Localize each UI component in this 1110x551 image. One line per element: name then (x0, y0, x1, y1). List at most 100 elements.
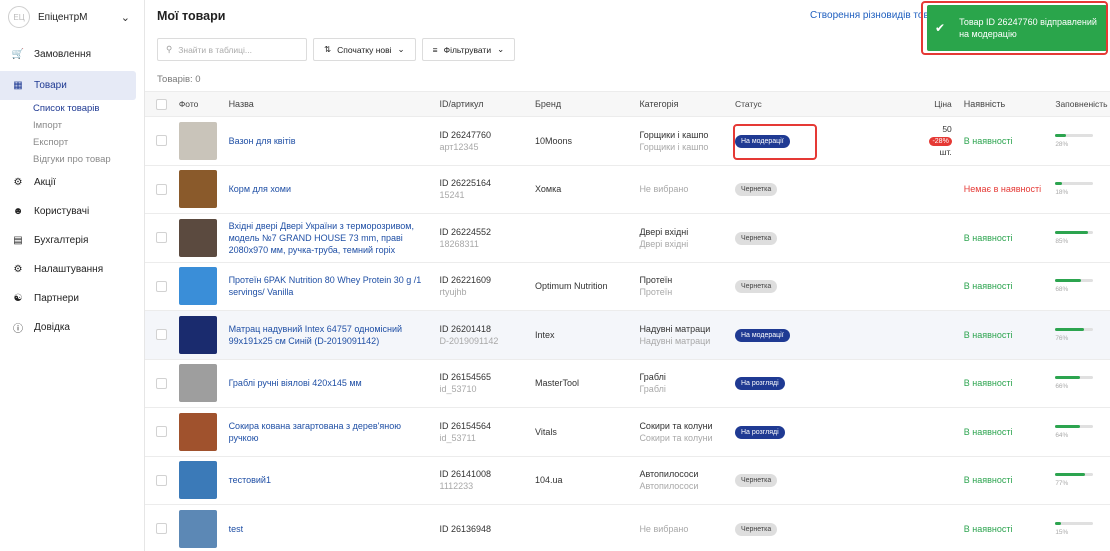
table-row[interactable]: тестовий1 ID 26141008 1112233 104.ua Авт… (145, 457, 1110, 505)
sidebar-subitem-0[interactable]: Список товарів (0, 100, 144, 117)
product-thumbnail[interactable] (178, 364, 217, 403)
col-id[interactable]: ID/артикул (439, 98, 535, 110)
search-input[interactable]: ⚲ Знайти в таблиці... (157, 38, 307, 61)
wallet-icon: ▤ (13, 235, 23, 246)
fill-progress-bar (1055, 473, 1094, 477)
sidebar-subitem-3[interactable]: Відгуки про товар (0, 151, 144, 168)
table-row[interactable]: Матрац надувний Intex 64757 одномісний 9… (145, 311, 1110, 360)
row-checkbox[interactable] (156, 280, 168, 292)
status-badge: Чернетка (734, 474, 778, 488)
row-checkbox-cell (145, 135, 179, 147)
product-name-link[interactable]: Сокира кована загартована з дерев'яною р… (229, 420, 440, 444)
search-icon: ⚲ (166, 44, 173, 54)
sidebar-item-1[interactable]: ▦ Товари (0, 71, 136, 100)
status-cell: Чернетка (734, 522, 904, 536)
sidebar-item-4[interactable]: ▤ Бухгалтерія (0, 226, 144, 255)
product-brand: MasterTool (534, 378, 579, 389)
product-thumbnail[interactable] (178, 267, 217, 306)
sidebar-item-label: Замовлення (34, 49, 91, 60)
table-row[interactable]: Вазон для квітів ID 26247760 арт12345 10… (145, 117, 1110, 166)
product-thumbnail[interactable] (178, 315, 217, 354)
row-checkbox[interactable] (156, 474, 168, 486)
product-name-link[interactable]: Матрац надувний Intex 64757 одномісний 9… (229, 323, 440, 347)
sidebar-item-label: Акції (34, 177, 56, 188)
product-sku: rtyujhb (439, 287, 467, 298)
col-availability[interactable]: Наявність (952, 99, 1056, 109)
sidebar-item-0[interactable]: 🛒 Замовлення (0, 40, 144, 69)
sidebar-item-6[interactable]: ☯ Партнери (0, 284, 144, 313)
row-checkbox[interactable] (156, 523, 168, 535)
status-cell: Чернетка (734, 182, 904, 197)
product-name-link[interactable]: Корм для хоми (229, 183, 440, 195)
col-price[interactable]: Ціна (904, 99, 952, 110)
table-row[interactable]: Вхідні двері Двері України з терморозрив… (145, 214, 1110, 263)
table-row[interactable]: test ID 26136948 Не вибрано Чернетка В н… (145, 505, 1110, 551)
fill-cell: 28% (1055, 133, 1110, 148)
discount-badge: -28% (929, 136, 952, 146)
row-checkbox[interactable] (156, 183, 168, 195)
chevron-down-icon: ⌄ (397, 44, 405, 54)
row-checkbox[interactable] (156, 232, 168, 244)
account-switcher[interactable]: ЕЦ ЕпіцентрМ ⌄ (0, 0, 144, 34)
product-name-link[interactable]: Вазон для квітів (229, 135, 440, 147)
sidebar-subitem-2[interactable]: Експорт (0, 134, 144, 151)
product-thumbnail[interactable] (178, 121, 217, 160)
product-name-link[interactable]: Граблі ручні віялові 420x145 мм (229, 377, 440, 389)
product-thumbnail[interactable] (178, 461, 217, 500)
product-thumbnail[interactable] (178, 509, 217, 548)
product-thumbnail[interactable] (178, 218, 217, 257)
product-thumbnail[interactable] (178, 412, 217, 451)
photo-cell (178, 364, 229, 403)
product-category-sub: Протеїн (639, 287, 673, 298)
status-badge: Чернетка (734, 231, 778, 245)
row-checkbox[interactable] (156, 135, 168, 147)
product-category-sub: Автопилососи (639, 481, 699, 492)
sidebar-item-3[interactable]: ☻ Користувачі (0, 197, 144, 226)
table-row[interactable]: Сокира кована загартована з дерев'яною р… (145, 408, 1110, 457)
sidebar-item-7[interactable]: ⓘ Довідка (0, 313, 144, 342)
row-checkbox-cell (145, 426, 179, 438)
product-name-link[interactable]: test (229, 523, 440, 535)
col-fill[interactable]: Заповненість (1055, 99, 1110, 109)
product-brand: 10Moons (534, 135, 573, 146)
fill-cell: 77% (1055, 473, 1110, 487)
fill-cell: 66% (1055, 376, 1110, 390)
status-cell: Чернетка (734, 279, 904, 294)
main-content: Мої товари Створення різновидів товару ⚲… (145, 0, 1110, 551)
product-thumbnail[interactable] (178, 170, 217, 209)
col-category[interactable]: Категорія (639, 98, 735, 110)
col-brand[interactable]: Бренд (535, 99, 639, 109)
chevron-down-icon[interactable]: ⌄ (121, 11, 130, 24)
select-all-checkbox[interactable] (156, 98, 168, 110)
sort-button[interactable]: ⇅ Спочатку нові ⌄ (313, 38, 416, 61)
table-row[interactable]: Протеїн 6PAK Nutrition 80 Whey Protein 3… (145, 263, 1110, 311)
product-category: Сокири та колуни (639, 420, 713, 431)
availability-status: В наявності (963, 281, 1013, 292)
promo-icon: ⚙ (13, 177, 23, 188)
fill-progress-bar (1055, 182, 1094, 186)
col-name[interactable]: Назва (229, 98, 440, 110)
sidebar-subitem-1[interactable]: Імпорт (0, 117, 144, 134)
product-sku: 15241 (439, 190, 465, 201)
row-checkbox[interactable] (156, 426, 168, 438)
sidebar-item-2[interactable]: ⚙ Акції (0, 168, 144, 197)
filter-button[interactable]: ≡ Фільтрувати ⌄ (421, 38, 516, 61)
product-name-link[interactable]: Протеїн 6PAK Nutrition 80 Whey Protein 3… (229, 274, 440, 298)
table-row[interactable]: Корм для хоми ID 26225164 15241 Хомка Не… (145, 166, 1110, 214)
row-checkbox-cell (145, 232, 179, 244)
row-checkbox[interactable] (156, 329, 168, 341)
fill-progress-bar (1055, 133, 1094, 137)
photo-cell (178, 218, 229, 257)
product-brand: 104.ua (534, 475, 563, 486)
id-cell: ID 26136948 (439, 523, 535, 535)
product-category: Горщики і кашпо (639, 129, 709, 140)
col-status[interactable]: Статус (735, 99, 904, 109)
row-checkbox[interactable] (156, 377, 168, 389)
product-name-link[interactable]: тестовий1 (229, 474, 440, 486)
product-name-link[interactable]: Вхідні двері Двері України з терморозрив… (229, 220, 440, 256)
row-checkbox-cell (145, 377, 179, 389)
table-row[interactable]: Граблі ручні віялові 420x145 мм ID 26154… (145, 360, 1110, 408)
box-icon: ▦ (13, 80, 23, 91)
product-id: ID 26225164 (439, 178, 492, 189)
sidebar-item-5[interactable]: ⚙ Налаштування (0, 255, 144, 284)
